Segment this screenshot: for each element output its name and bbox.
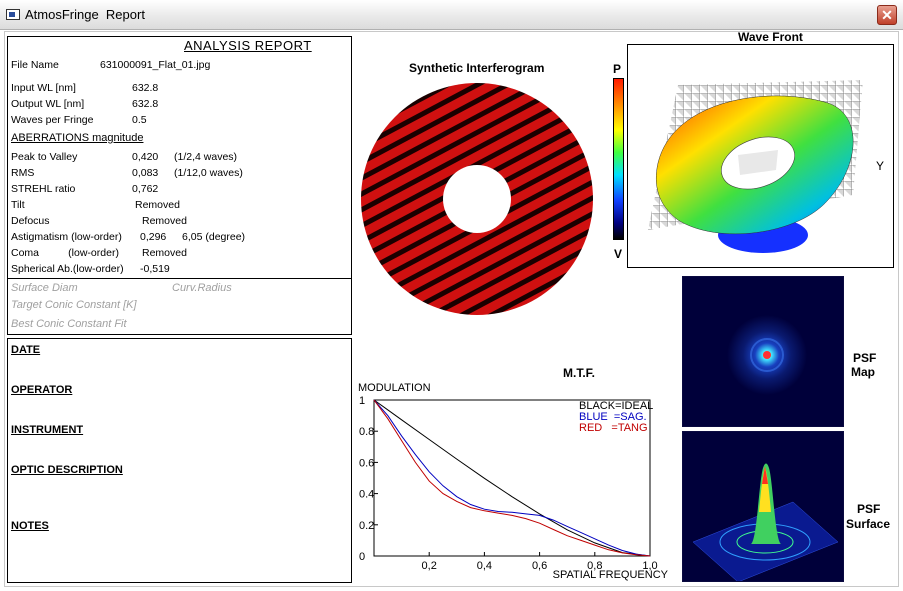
aberration-value: 0,296 [140,231,167,243]
waves-per-fringe-value: 0.5 [132,114,147,126]
input-wl-label: Input WL [nm] [11,82,76,94]
title-bar: AtmosFringe Report ✕ [0,0,903,30]
phase-color-scale [613,78,624,240]
report-title: ANALYSIS REPORT [184,38,312,53]
psf-map-label-1: PSF [853,351,877,365]
aberration-label: Peak to Valley [11,151,78,163]
app-window-icon[interactable] [6,9,20,20]
aberration-value: Removed [135,199,180,211]
mtf-chart: MODULATIONSPATIAL FREQUENCY00.20.40.60.8… [358,382,669,581]
close-button[interactable]: ✕ [877,5,897,25]
aberration-value: 0,420 [132,151,159,163]
operator-label: OPERATOR [11,384,73,396]
mtf-y-tick-label: 0.2 [359,520,374,532]
surface-diam-label: Surface Diam [11,282,78,294]
aberration-value: 0,083 [132,167,159,179]
mtf-y-tick-label: 0 [359,551,365,563]
mtf-y-tick-label: 0.8 [359,426,374,438]
interferogram-image [358,82,598,322]
notes-label: NOTES [11,520,49,532]
mtf-x-tick-label: 0,2 [422,560,437,572]
mtf-y-axis-label: MODULATION [358,382,431,394]
aberration-value: Removed [142,247,187,259]
target-conic-label: Target Conic Constant [K] [11,299,137,311]
aberration-value: -0,519 [140,263,170,275]
report-divider [8,278,351,279]
file-name-label: File Name [11,59,59,71]
color-scale-bottom-label: V [614,247,623,261]
interferogram-title: Synthetic Interferogram [409,61,545,75]
aberration-value: Removed [142,215,187,227]
psf-map-image [682,276,844,427]
optic-description-label: OPTIC DESCRIPTION [11,464,123,476]
mtf-y-tick-label: 0.4 [359,489,374,501]
waves-per-fringe-label: Waves per Fringe [11,114,94,126]
aberration-value: 0,762 [132,183,159,195]
aberration-extra: 6,05 (degree) [182,231,246,243]
psf-surface-image [682,431,844,582]
mtf-y-tick-label: 0.6 [359,457,374,469]
input-wl-value: 632.8 [132,82,159,94]
output-wl-label: Output WL [nm] [11,98,85,110]
aberration-extra: (1/2,4 waves) [174,151,238,163]
mtf-y-tick-label: 1 [359,395,365,407]
color-scale-top-label: P [613,62,622,76]
date-label: DATE [11,344,41,356]
file-name-value: 631000091_Flat_01.jpg [100,59,211,71]
aberrations-title: ABERRATIONS magnitude [11,132,144,144]
wavefront-title: Wave Front [738,30,803,44]
aberration-label: Astigmatism (low-order) [11,231,122,243]
output-wl-value: 632.8 [132,98,159,110]
mtf-x-tick-label: 0,8 [587,560,602,572]
psf-surface-label-2: Surface [846,517,891,531]
mtf-x-tick-label: 1,0 [642,560,657,572]
wavefront-surface-plot [648,80,863,253]
aberration-extra: (1/12,0 waves) [174,167,243,179]
psf-map-label-2: Map [851,365,875,379]
aberration-label: Defocus [11,215,50,227]
aberration-label: RMS [11,167,35,179]
aberration-label: Spherical Ab.(low-order) [11,263,124,275]
info-panel: DATE OPERATOR INSTRUMENT OPTIC DESCRIPTI… [7,338,352,583]
aberration-label: STREHL ratio [11,183,76,195]
instrument-label: INSTRUMENT [11,424,84,436]
mtf-x-tick-label: 0,4 [477,560,492,572]
aberration-label: Tilt [11,199,25,211]
wavefront-y-label: Y [876,159,885,173]
curv-radius-label: Curv.Radius [172,282,232,294]
window-title: AtmosFringe Report [25,7,145,22]
mtf-legend-entry: RED =TANG [579,422,648,434]
best-conic-label: Best Conic Constant Fit [11,318,127,330]
aberration-label: Coma (low-order) [11,247,119,259]
wavefront-panel: Y [627,44,894,268]
psf-surface-label-1: PSF [857,502,881,516]
mtf-x-tick-label: 0,6 [532,560,547,572]
analysis-report-panel: ANALYSIS REPORT File Name 631000091_Flat… [7,36,352,335]
